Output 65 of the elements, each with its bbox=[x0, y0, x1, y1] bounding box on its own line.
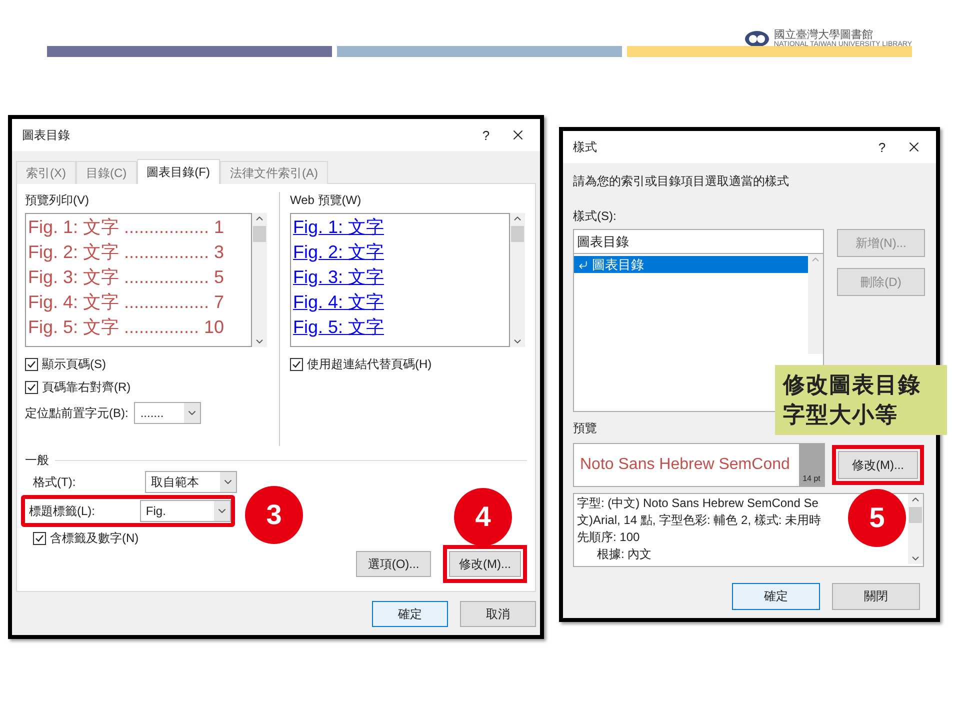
instruction-text: 請為您的索引或目錄項目選取適當的樣式 bbox=[573, 173, 790, 190]
dropdown-field[interactable]: ....... bbox=[134, 402, 202, 424]
description-text: 先順序: 100 bbox=[577, 529, 640, 546]
window-title: 圖表目錄 bbox=[22, 126, 71, 144]
preview-text: Noto Sans Hebrew SemCond bbox=[579, 455, 791, 475]
field-label: 樣式(S): bbox=[573, 208, 618, 225]
checkbox[interactable] bbox=[25, 381, 38, 394]
help-button[interactable]: ? bbox=[862, 140, 902, 154]
style-name-field[interactable]: 圖表目錄 bbox=[573, 229, 824, 254]
description-text: 字型: (中文) Noto Sans Hebrew SemCond Se bbox=[577, 495, 818, 512]
preview-entry: Fig. 5: 文字 ............... 10 bbox=[28, 316, 226, 339]
description-text: 根據: 內文 bbox=[596, 546, 652, 563]
dialog-button[interactable]: 取消 bbox=[460, 601, 536, 627]
callout-text: 字型大小等 bbox=[783, 401, 899, 429]
checkbox-label: 頁碼靠右對齊(R) bbox=[42, 379, 131, 396]
field-label: 預覽 bbox=[573, 420, 598, 437]
field-label: Web 預覽(W) bbox=[290, 192, 362, 209]
callout-text: 修改圖表目錄 bbox=[783, 371, 922, 399]
return-arrow-icon bbox=[578, 260, 588, 270]
section-heading: 一般 bbox=[25, 452, 49, 469]
scroll-thumb[interactable] bbox=[909, 507, 922, 523]
font-size-text: 14 pt bbox=[799, 444, 824, 486]
preview-entry: Fig. 4: 文字 ................. 7 bbox=[28, 291, 226, 314]
field-label: 預覽列印(V) bbox=[25, 192, 90, 209]
checkbox[interactable] bbox=[33, 532, 46, 544]
dialog-button[interactable]: 確定 bbox=[732, 583, 820, 610]
style-name: 圖表目錄 bbox=[592, 256, 644, 274]
scrollbar[interactable] bbox=[252, 213, 267, 347]
logo-name: 國立臺灣大學圖書館 bbox=[774, 30, 874, 41]
tab[interactable]: 目錄(C) bbox=[76, 161, 137, 184]
scrollbar[interactable] bbox=[510, 213, 525, 347]
scroll-thumb[interactable] bbox=[253, 226, 266, 242]
preview-entry: Fig. 2: 文字 ................. 3 bbox=[28, 241, 226, 264]
dropdown-field[interactable]: 取自範本 bbox=[145, 471, 237, 493]
dialog-button[interactable]: 確定 bbox=[372, 601, 448, 627]
help-button[interactable]: ? bbox=[466, 128, 506, 142]
field-label: 定位點前置字元(B): bbox=[25, 404, 128, 422]
dialog-button[interactable]: 修改(M)... bbox=[449, 551, 521, 577]
preview-entry: Fig. 3: 文字 ................. 5 bbox=[28, 266, 226, 289]
tab[interactable]: 索引(X) bbox=[16, 161, 76, 184]
preview-link[interactable]: Fig. 2: 文字 bbox=[293, 240, 384, 265]
scrollbar[interactable] bbox=[808, 254, 823, 354]
checkbox[interactable] bbox=[25, 358, 38, 371]
preview-link[interactable]: Fig. 1: 文字 bbox=[293, 215, 384, 240]
preview-link[interactable]: Fig. 4: 文字 bbox=[293, 290, 384, 315]
dropdown-field[interactable]: Fig. bbox=[140, 500, 231, 522]
scroll-thumb[interactable] bbox=[511, 226, 524, 242]
checkbox-label: 使用超連結代替頁碼(H) bbox=[307, 356, 432, 373]
preview-link[interactable]: Fig. 5: 文字 bbox=[293, 315, 384, 340]
field-label: 格式(T): bbox=[33, 474, 77, 490]
style-list-item[interactable]: 圖表目錄 bbox=[574, 256, 808, 273]
checkbox-label: 顯示頁碼(S) bbox=[42, 356, 106, 373]
scrollbar[interactable] bbox=[908, 494, 923, 564]
dialog-button[interactable]: 關閉 bbox=[832, 583, 920, 610]
preview-link[interactable]: Fig. 3: 文字 bbox=[293, 265, 384, 290]
window-title: 樣式 bbox=[573, 138, 598, 156]
description-text: 文)Arial, 14 點, 字型色彩: 輔色 2, 樣式: 未用時 bbox=[577, 512, 822, 529]
field-label: 標題標籤(L): bbox=[29, 502, 96, 520]
preview-entry: Fig. 1: 文字 ................. 1 bbox=[28, 216, 226, 239]
tab[interactable]: 法律文件索引(A) bbox=[220, 161, 328, 184]
checkbox-label: 含標籤及數字(N) bbox=[50, 530, 139, 546]
checkbox[interactable] bbox=[290, 358, 303, 371]
tab[interactable]: 圖表目錄(F) bbox=[136, 159, 220, 184]
dialog-button[interactable]: 選項(O)... bbox=[356, 551, 431, 577]
dialog-button[interactable]: 修改(M)... bbox=[838, 451, 918, 479]
